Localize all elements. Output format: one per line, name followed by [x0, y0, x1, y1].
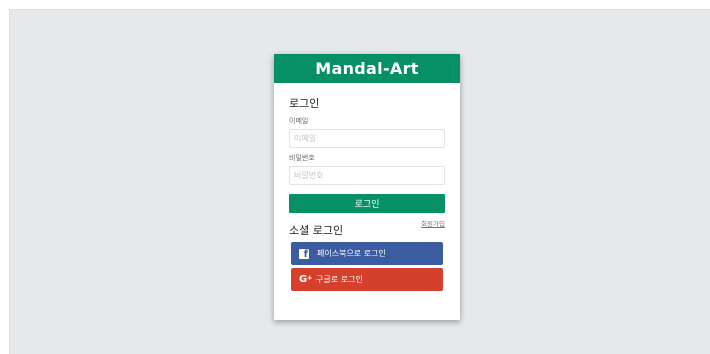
email-field[interactable] [289, 129, 445, 148]
login-heading: 로그인 [289, 97, 320, 110]
google-login-label: 구글로 로그인 [316, 275, 363, 284]
facebook-login-button[interactable]: f 페이스북으로 로그인 [291, 242, 443, 265]
email-label: 이메일 [289, 117, 309, 125]
brand-title: Mandal-Art [315, 59, 419, 78]
facebook-login-label: 페이스북으로 로그인 [317, 249, 386, 258]
google-login-button[interactable]: G+ 구글로 로그인 [291, 268, 443, 291]
login-card: Mandal-Art 로그인 이메일 비밀번호 로그인 회원가입 소셜 로그인 … [274, 54, 460, 320]
social-login-heading: 소셜 로그인 [289, 224, 344, 237]
facebook-icon: f [299, 248, 309, 259]
login-button[interactable]: 로그인 [289, 194, 445, 213]
signup-row: 회원가입 소셜 로그인 [289, 218, 445, 237]
card-header: Mandal-Art [274, 54, 460, 83]
page-background: Mandal-Art 로그인 이메일 비밀번호 로그인 회원가입 소셜 로그인 … [9, 9, 710, 354]
signup-link[interactable]: 회원가입 [421, 218, 445, 228]
google-plus-icon: G+ [299, 274, 313, 285]
social-buttons: f 페이스북으로 로그인 G+ 구글로 로그인 [289, 242, 445, 291]
password-label: 비밀번호 [289, 154, 315, 162]
login-form: 로그인 이메일 비밀번호 로그인 회원가입 소셜 로그인 f 페이스북으로 로그… [274, 97, 460, 291]
password-field[interactable] [289, 166, 445, 185]
